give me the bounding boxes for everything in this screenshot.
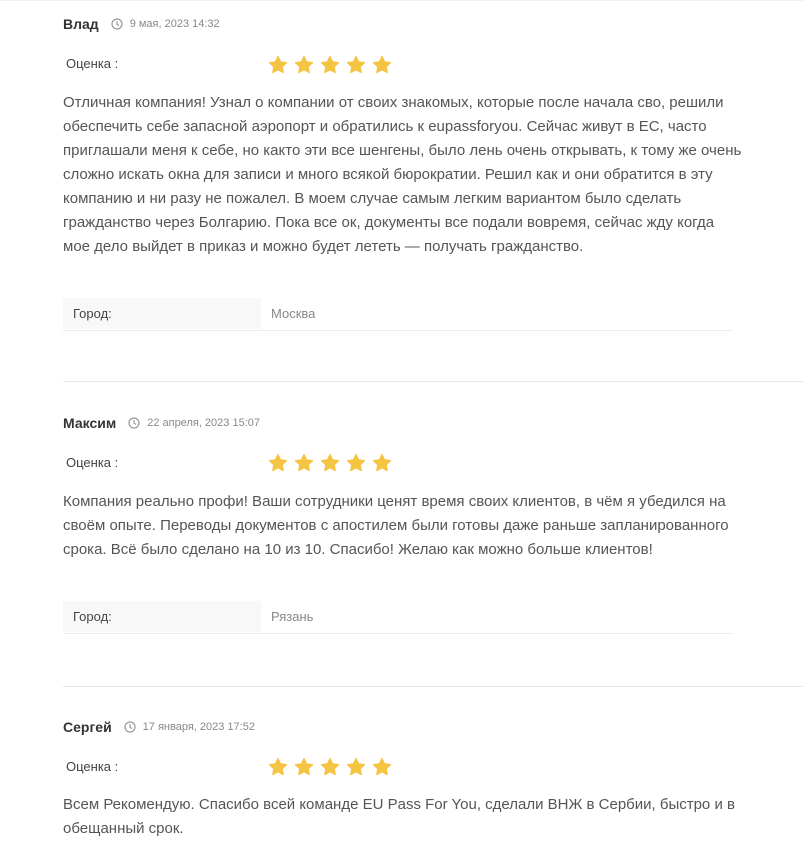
review-header: Сергей 17 января, 2023 17:52 [63,719,255,735]
review-text: Отличная компания! Узнал о компании от с… [63,94,742,255]
star-icon [372,757,392,776]
review-text: Всем Рекомендую. Спасибо всей команде EU… [63,796,735,837]
review-header: Влад 9 мая, 2023 14:32 [63,16,220,32]
clock-icon [128,417,140,429]
star-rating [268,757,392,777]
star-icon [372,453,392,472]
star-icon [320,453,340,472]
review-author: Сергей [63,719,112,735]
star-icon [268,453,288,472]
review-divider [63,381,803,382]
star-icon [346,55,366,74]
star-icon [346,453,366,472]
city-row: Город: Рязань [63,601,733,634]
star-icon [268,55,288,74]
star-icon [268,757,288,776]
star-icon [372,55,392,74]
city-value: Рязань [271,609,314,624]
review-divider [63,686,803,687]
rating-label: Оценка : [66,56,119,71]
star-rating [268,453,392,473]
review-date: 17 января, 2023 17:52 [142,721,255,733]
review-header: Максим 22 апреля, 2023 15:07 [63,415,260,431]
review-text: Компания реально профи! Ваши сотрудники … [63,493,729,558]
star-rating [268,55,392,75]
star-icon [320,757,340,776]
star-icon [320,55,340,74]
review-date: 22 апреля, 2023 15:07 [147,417,260,429]
rating-label: Оценка : [66,455,119,470]
star-icon [294,453,314,472]
review-date: 9 мая, 2023 14:32 [129,18,220,30]
city-label: Город: [63,298,261,329]
reviews-page: { "reviews": [ { "author": "Влад", "date… [0,0,803,858]
review-author: Влад [63,16,99,32]
city-value: Москва [271,306,316,321]
city-label: Город: [63,601,261,632]
star-icon [294,55,314,74]
review-author: Максим [63,415,117,431]
city-row: Город: Москва [63,298,733,331]
star-icon [294,757,314,776]
clock-icon [111,18,123,30]
star-icon [346,757,366,776]
rating-label: Оценка : [66,759,119,774]
top-border [0,0,803,1]
clock-icon [124,721,136,733]
